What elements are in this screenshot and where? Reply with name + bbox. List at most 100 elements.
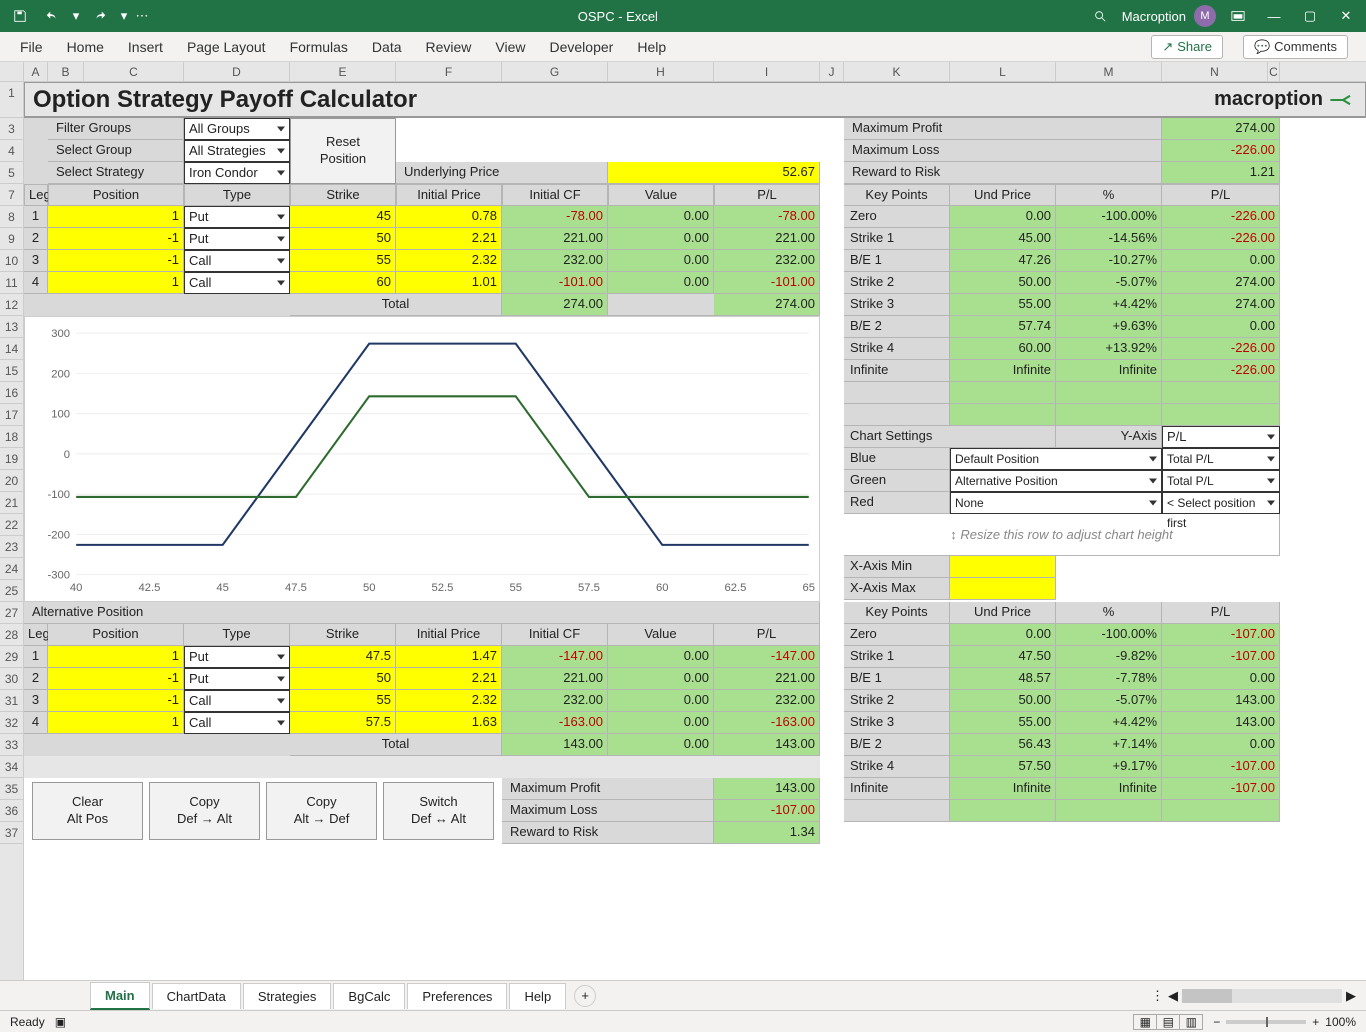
row-header[interactable]: 8: [0, 206, 23, 228]
row-header[interactable]: 21: [0, 492, 23, 514]
col-header[interactable]: N: [1162, 62, 1268, 81]
row-header[interactable]: 37: [0, 822, 23, 844]
col-header[interactable]: L: [950, 62, 1056, 81]
undo-icon[interactable]: [38, 3, 66, 29]
page-break-icon[interactable]: ▥: [1179, 1014, 1203, 1030]
row-header[interactable]: 34: [0, 756, 23, 778]
col-header[interactable]: I: [714, 62, 820, 81]
row-header[interactable]: 14: [0, 338, 23, 360]
leg-2-strike[interactable]: 50: [290, 228, 396, 250]
ribbon-tab-data[interactable]: Data: [370, 35, 404, 59]
leg-1-position[interactable]: 1: [48, 206, 184, 228]
row-header[interactable]: 25: [0, 580, 23, 602]
underlying-price-value[interactable]: 52.67: [608, 162, 820, 184]
alt-leg-2-type[interactable]: Put: [184, 668, 290, 690]
macro-rec-icon[interactable]: ▣: [55, 1015, 66, 1029]
ribbon-tab-file[interactable]: File: [18, 35, 45, 59]
alt-leg-3-type[interactable]: Call: [184, 690, 290, 712]
alt-leg-4-initial-price[interactable]: 1.63: [396, 712, 502, 734]
normal-view-icon[interactable]: ▦: [1133, 1014, 1157, 1030]
col-header[interactable]: E: [290, 62, 396, 81]
row-header[interactable]: 20: [0, 470, 23, 492]
filter-groups-dropdown[interactable]: All Groups: [184, 118, 290, 140]
leg-3-initial-price[interactable]: 2.32: [396, 250, 502, 272]
leg-4-strike[interactable]: 60: [290, 272, 396, 294]
copy-alt-def-button[interactable]: CopyAlt → Def: [266, 782, 377, 840]
ribbon-tab-developer[interactable]: Developer: [548, 35, 616, 59]
col-header[interactable]: G: [502, 62, 608, 81]
leg-3-type[interactable]: Call: [184, 250, 290, 272]
row-header[interactable]: 12: [0, 294, 23, 316]
row-header[interactable]: 17: [0, 404, 23, 426]
alt-leg-1-type[interactable]: Put: [184, 646, 290, 668]
row-header[interactable]: 23: [0, 536, 23, 558]
scroll-left-icon[interactable]: ◀: [1168, 988, 1178, 1004]
x-axis-min-input[interactable]: [950, 556, 1056, 578]
copy-def-alt-button[interactable]: CopyDef → Alt: [149, 782, 260, 840]
row-header[interactable]: 11: [0, 272, 23, 294]
leg-3-position[interactable]: -1: [48, 250, 184, 272]
col-header[interactable]: H: [608, 62, 714, 81]
row-header[interactable]: 15: [0, 360, 23, 382]
alt-leg-3-initial-price[interactable]: 2.32: [396, 690, 502, 712]
leg-2-position[interactable]: -1: [48, 228, 184, 250]
ribbon-tab-formulas[interactable]: Formulas: [288, 35, 350, 59]
row-header[interactable]: 5: [0, 162, 23, 184]
row-header[interactable]: 31: [0, 690, 23, 712]
zoom-level[interactable]: 100%: [1325, 1015, 1356, 1029]
switch-def-alt-button[interactable]: SwitchDef ↔ Alt: [383, 782, 494, 840]
alt-leg-4-strike[interactable]: 57.5: [290, 712, 396, 734]
close-icon[interactable]: ✕: [1332, 3, 1360, 29]
clear-alt-pos-button[interactable]: ClearAlt Pos: [32, 782, 143, 840]
leg-4-initial-price[interactable]: 1.01: [396, 272, 502, 294]
zoom-out-icon[interactable]: −: [1213, 1015, 1220, 1029]
row-header[interactable]: 10: [0, 250, 23, 272]
alt-leg-2-initial-price[interactable]: 2.21: [396, 668, 502, 690]
ribbon-tab-page-layout[interactable]: Page Layout: [185, 35, 268, 59]
redo-icon[interactable]: [86, 3, 114, 29]
alt-leg-2-position[interactable]: -1: [48, 668, 184, 690]
select-strategy-dropdown[interactable]: Iron Condor: [184, 162, 290, 184]
row-header[interactable]: 24: [0, 558, 23, 580]
chevron-down-icon[interactable]: ▾: [70, 3, 82, 29]
row-header[interactable]: 36: [0, 800, 23, 822]
user-avatar[interactable]: M: [1194, 5, 1216, 27]
select-all[interactable]: [0, 62, 24, 81]
col-header[interactable]: C: [84, 62, 184, 81]
ribbon-tab-help[interactable]: Help: [635, 35, 668, 59]
scroll-right-icon[interactable]: ▶: [1346, 988, 1356, 1004]
col-header[interactable]: J: [820, 62, 844, 81]
row-header[interactable]: 33: [0, 734, 23, 756]
red-series-dropdown[interactable]: None: [950, 492, 1162, 514]
comments-button[interactable]: 💬Comments: [1243, 35, 1348, 59]
col-header[interactable]: C: [1268, 62, 1280, 81]
payoff-chart[interactable]: -300-200-10001002003004042.54547.55052.5…: [24, 316, 820, 602]
row-header[interactable]: 29: [0, 646, 23, 668]
x-axis-max-input[interactable]: [950, 578, 1056, 600]
leg-1-initial-price[interactable]: 0.78: [396, 206, 502, 228]
alt-leg-1-strike[interactable]: 47.5: [290, 646, 396, 668]
ribbon-options-icon[interactable]: [1224, 3, 1252, 29]
row-header[interactable]: 1: [0, 82, 23, 118]
col-header[interactable]: F: [396, 62, 502, 81]
new-sheet-button[interactable]: +: [574, 985, 596, 1007]
maximize-icon[interactable]: ▢: [1296, 3, 1324, 29]
col-header[interactable]: D: [184, 62, 290, 81]
green-series-dropdown[interactable]: Alternative Position: [950, 470, 1162, 492]
sheet-tab-strategies[interactable]: Strategies: [243, 983, 332, 1009]
row-header[interactable]: 35: [0, 778, 23, 800]
leg-1-type[interactable]: Put: [184, 206, 290, 228]
col-header[interactable]: M: [1056, 62, 1162, 81]
leg-2-type[interactable]: Put: [184, 228, 290, 250]
leg-4-type[interactable]: Call: [184, 272, 290, 294]
row-header[interactable]: 4: [0, 140, 23, 162]
page-layout-icon[interactable]: ▤: [1156, 1014, 1180, 1030]
alt-leg-4-position[interactable]: 1: [48, 712, 184, 734]
ribbon-tab-insert[interactable]: Insert: [126, 35, 165, 59]
yaxis-dropdown[interactable]: P/L: [1162, 426, 1280, 448]
sheet-tab-bgcalc[interactable]: BgCalc: [333, 983, 405, 1009]
alt-leg-3-strike[interactable]: 55: [290, 690, 396, 712]
alt-leg-1-position[interactable]: 1: [48, 646, 184, 668]
sheet-tab-help[interactable]: Help: [509, 983, 566, 1009]
h-scrollbar[interactable]: [1182, 989, 1342, 1003]
